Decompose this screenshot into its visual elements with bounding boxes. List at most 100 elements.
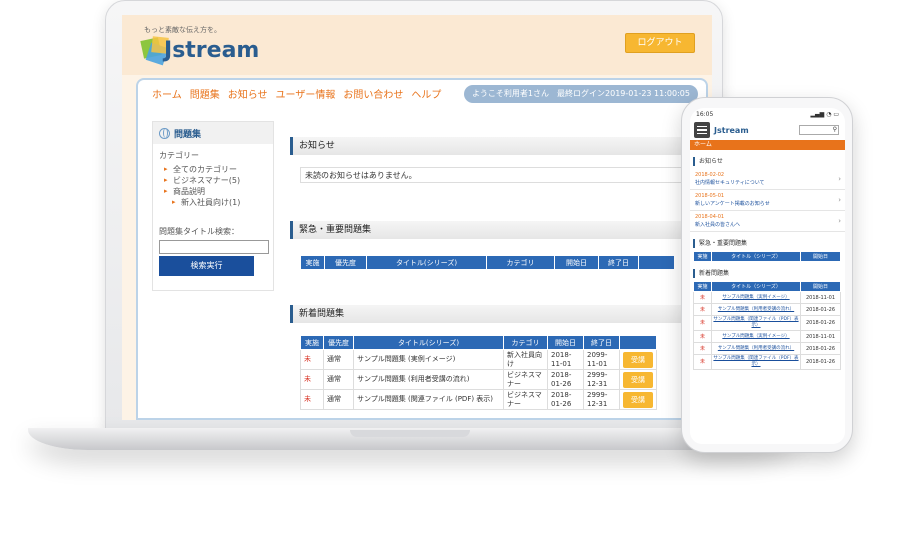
logout-button[interactable]: ログアウト (625, 33, 695, 53)
status-cell: 未 (300, 349, 324, 370)
phone-logo[interactable]: Jstream (714, 126, 749, 135)
signal-icon: ▂▄▆ ◔ ▭ (810, 110, 839, 118)
start-date-cell: 2018-01-26 (800, 342, 841, 355)
category-item-all[interactable]: 全てのカテゴリー (159, 164, 267, 175)
col-header (638, 255, 675, 270)
end-date-cell: 2999-12-31 (583, 389, 620, 410)
status-cell: 未 (693, 303, 712, 316)
laptop-notch (350, 430, 470, 437)
status-cell: 未 (693, 291, 712, 304)
main-card: ホーム 問題集 お知らせ ユーザー情報 お問い合わせ ヘルプ ようこそ利用者1さ… (136, 78, 708, 420)
table-row: 未 サンプル問題集（関連ファイル（PDF）表示） 2018-01-26 (693, 315, 841, 331)
news-date: 2018-02-02 (695, 172, 725, 178)
table-row: 未 サンプル問題集（関連ファイル（PDF）表示） 2018-01-26 (693, 354, 841, 370)
phone-urgent-table: 実施 タイトル（シリーズ） 開始日 (693, 251, 841, 262)
start-date-cell: 2018-01-26 (800, 354, 841, 370)
status-cell: 未 (300, 369, 324, 390)
col-header: 開始日 (800, 281, 841, 292)
phone-breadcrumb-home[interactable]: ホーム (690, 140, 845, 150)
end-date-cell: 2999-12-31 (583, 369, 620, 390)
search-label: 問題集タイトル検索： (159, 227, 239, 236)
news-date: 2018-04-01 (695, 214, 725, 220)
notices-section: お知らせ 未読のお知らせはありません。 (290, 137, 692, 183)
title-link[interactable]: サンプル問題集（利用者受講の流れ） (711, 303, 801, 316)
col-header[interactable]: 開始日 (554, 255, 599, 270)
table-row: 未 サンプル問題集（実例イメージ） 2018-11-01 (693, 291, 841, 304)
title-link[interactable]: サンプル問題集（利用者受講の流れ） (711, 342, 801, 355)
phone-frame: 16:05 ▂▄▆ ◔ ▭ Jstream ⚲ ホーム お知らせ 2018-02… (681, 97, 853, 453)
chevron-right-icon: › (838, 217, 841, 225)
main-nav: ホーム 問題集 お知らせ ユーザー情報 お問い合わせ ヘルプ (152, 86, 441, 101)
col-header[interactable]: 終了日 (583, 335, 620, 350)
category-cell: ビジネスマナー (503, 369, 548, 390)
phone-header: Jstream ⚲ (690, 120, 845, 140)
col-header[interactable]: 実施 (300, 335, 324, 350)
end-date-cell: 2099-11-01 (583, 349, 620, 370)
nav-notices[interactable]: お知らせ (228, 86, 268, 101)
notices-title: お知らせ (290, 137, 692, 155)
category-list: 全てのカテゴリー ビジネスマナー(5) 商品説明 新入社員向け(1) (159, 164, 267, 208)
start-date-cell: 2018-01-26 (547, 369, 584, 390)
nav-workbooks[interactable]: 問題集 (190, 86, 220, 101)
news-item[interactable]: 2018-04-01 新入社員の皆さんへ › (690, 211, 845, 232)
nav-home[interactable]: ホーム (152, 86, 182, 101)
logo-letter: J (164, 37, 173, 63)
title-cell: サンプル問題集 (関連ファイル (PDF) 表示) (353, 389, 504, 410)
col-header[interactable]: 開始日 (547, 335, 584, 350)
col-header[interactable]: 優先度 (323, 335, 354, 350)
nav-user-info[interactable]: ユーザー情報 (276, 86, 336, 101)
hamburger-menu-icon[interactable] (694, 122, 710, 138)
news-date: 2018-05-01 (695, 193, 725, 199)
start-date-cell: 2018-01-26 (800, 303, 841, 316)
table-row: 未 通常 サンプル問題集 (関連ファイル (PDF) 表示) ビジネスマナー 2… (300, 389, 657, 410)
news-item[interactable]: 2018-02-02 社内情報セキュリティについて › (690, 169, 845, 190)
jstream-logo[interactable]: J stream (140, 33, 260, 67)
news-title[interactable]: 新しいアンケート掲載のお知らせ (695, 200, 840, 207)
status-cell: 未 (693, 354, 712, 370)
col-header[interactable]: タイトル(シリーズ) (366, 255, 487, 270)
logo-text: stream (172, 37, 260, 63)
category-item-business-manners[interactable]: ビジネスマナー(5) (159, 175, 267, 186)
news-title[interactable]: 新入社員の皆さんへ (695, 221, 840, 228)
title-link[interactable]: サンプル問題集（関連ファイル（PDF）表示） (711, 354, 801, 370)
nav-contact[interactable]: お問い合わせ (343, 86, 403, 101)
phone-clock: 16:05 (696, 110, 714, 118)
take-course-button[interactable]: 受講 (623, 351, 653, 368)
phone-new-title: 新着問題集 (693, 269, 845, 278)
category-cell: 新入社員向け (503, 349, 548, 370)
nav-help[interactable]: ヘルプ (411, 86, 441, 101)
col-header[interactable]: カテゴリ (503, 335, 548, 350)
col-header[interactable]: 実施 (300, 255, 325, 270)
col-header (619, 335, 657, 350)
col-header[interactable]: 終了日 (598, 255, 639, 270)
title-link[interactable]: サンプル問題集（実例イメージ） (711, 291, 801, 304)
new-title: 新着問題集 (290, 305, 692, 323)
category-item-product[interactable]: 商品説明 (159, 186, 267, 197)
start-date-cell: 2018-11-01 (547, 349, 584, 370)
start-date-cell: 2018-11-01 (800, 330, 841, 343)
news-title[interactable]: 社内情報セキュリティについて (695, 179, 840, 186)
status-cell: 未 (693, 330, 712, 343)
start-date-cell: 2018-01-26 (547, 389, 584, 410)
sidebar: 問題集 カテゴリー 全てのカテゴリー ビジネスマナー(5) 商品説明 新入社員向… (152, 121, 274, 291)
chevron-right-icon: › (838, 196, 841, 204)
title-link[interactable]: サンプル問題集（関連ファイル（PDF）表示） (711, 315, 801, 331)
category-item-new-employees[interactable]: 新入社員向け(1) (159, 197, 267, 208)
search-icon[interactable]: ⚲ (833, 126, 837, 133)
col-header[interactable]: タイトル(シリーズ) (353, 335, 504, 350)
status-cell: 未 (693, 315, 712, 331)
news-item[interactable]: 2018-05-01 新しいアンケート掲載のお知らせ › (690, 190, 845, 211)
start-date-cell: 2018-11-01 (800, 291, 841, 304)
take-course-button[interactable]: 受講 (623, 371, 653, 388)
search-button[interactable]: 検索実行 (159, 256, 254, 276)
phone-status-bar: 16:05 ▂▄▆ ◔ ▭ (690, 108, 845, 120)
title-link[interactable]: サンプル問題集（実例イメージ） (711, 330, 801, 343)
globe-icon (159, 127, 170, 139)
priority-cell: 通常 (323, 369, 354, 390)
table-row: 未 サンプル問題集（実例イメージ） 2018-11-01 (693, 330, 841, 343)
col-header[interactable]: カテゴリ (486, 255, 555, 270)
col-header[interactable]: 優先度 (324, 255, 367, 270)
take-course-button[interactable]: 受講 (623, 391, 653, 408)
title-search-input[interactable] (159, 240, 269, 254)
col-header: タイトル（シリーズ） (711, 251, 801, 262)
